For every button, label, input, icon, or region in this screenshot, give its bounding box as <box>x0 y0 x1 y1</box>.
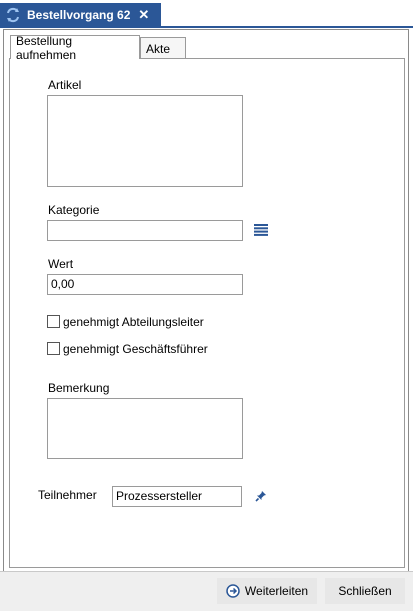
process-icon <box>5 7 21 23</box>
close-button-label: Schließen <box>338 584 392 598</box>
pin-icon[interactable] <box>251 486 271 506</box>
checkbox-abteilungsleiter[interactable] <box>47 315 60 328</box>
teilnehmer-field[interactable]: Prozessersteller <box>112 486 242 507</box>
artikel-label: Artikel <box>48 78 82 92</box>
wert-label: Wert <box>48 257 74 271</box>
arrow-right-icon <box>226 584 240 598</box>
checkbox-geschaeftsfuehrer-label: genehmigt Geschäftsführer <box>63 342 208 356</box>
bemerkung-textarea[interactable] <box>47 398 243 459</box>
checkbox-abteilungsleiter-label: genehmigt Abteilungsleiter <box>63 315 204 329</box>
close-button[interactable]: Schließen <box>325 578 405 604</box>
forward-button-label: Weiterleiten <box>244 584 309 598</box>
bemerkung-label: Bemerkung <box>48 381 110 395</box>
close-icon[interactable]: ✕ <box>138 7 149 23</box>
window-tab[interactable]: Bestellvorgang 62 ✕ <box>0 3 161 26</box>
tab-underline <box>0 26 413 28</box>
window-title: Bestellvorgang 62 <box>27 7 131 22</box>
checkbox-geschaeftsfuehrer[interactable] <box>47 342 60 355</box>
artikel-textarea[interactable] <box>47 95 243 187</box>
teilnehmer-label: Teilnehmer <box>38 488 97 502</box>
tab-label: Bestellung aufnehmen <box>16 33 77 62</box>
forward-button[interactable]: Weiterleiten <box>217 578 317 604</box>
kategorie-field[interactable] <box>47 220 243 241</box>
tab-bestellung-aufnehmen[interactable]: Bestellung aufnehmen <box>10 33 140 62</box>
tab-akte[interactable]: Akte <box>140 37 186 59</box>
list-icon[interactable] <box>251 220 271 240</box>
tab-label: Akte <box>146 41 171 56</box>
wert-field[interactable]: 0,00 <box>47 274 243 295</box>
kategorie-label: Kategorie <box>48 203 100 217</box>
